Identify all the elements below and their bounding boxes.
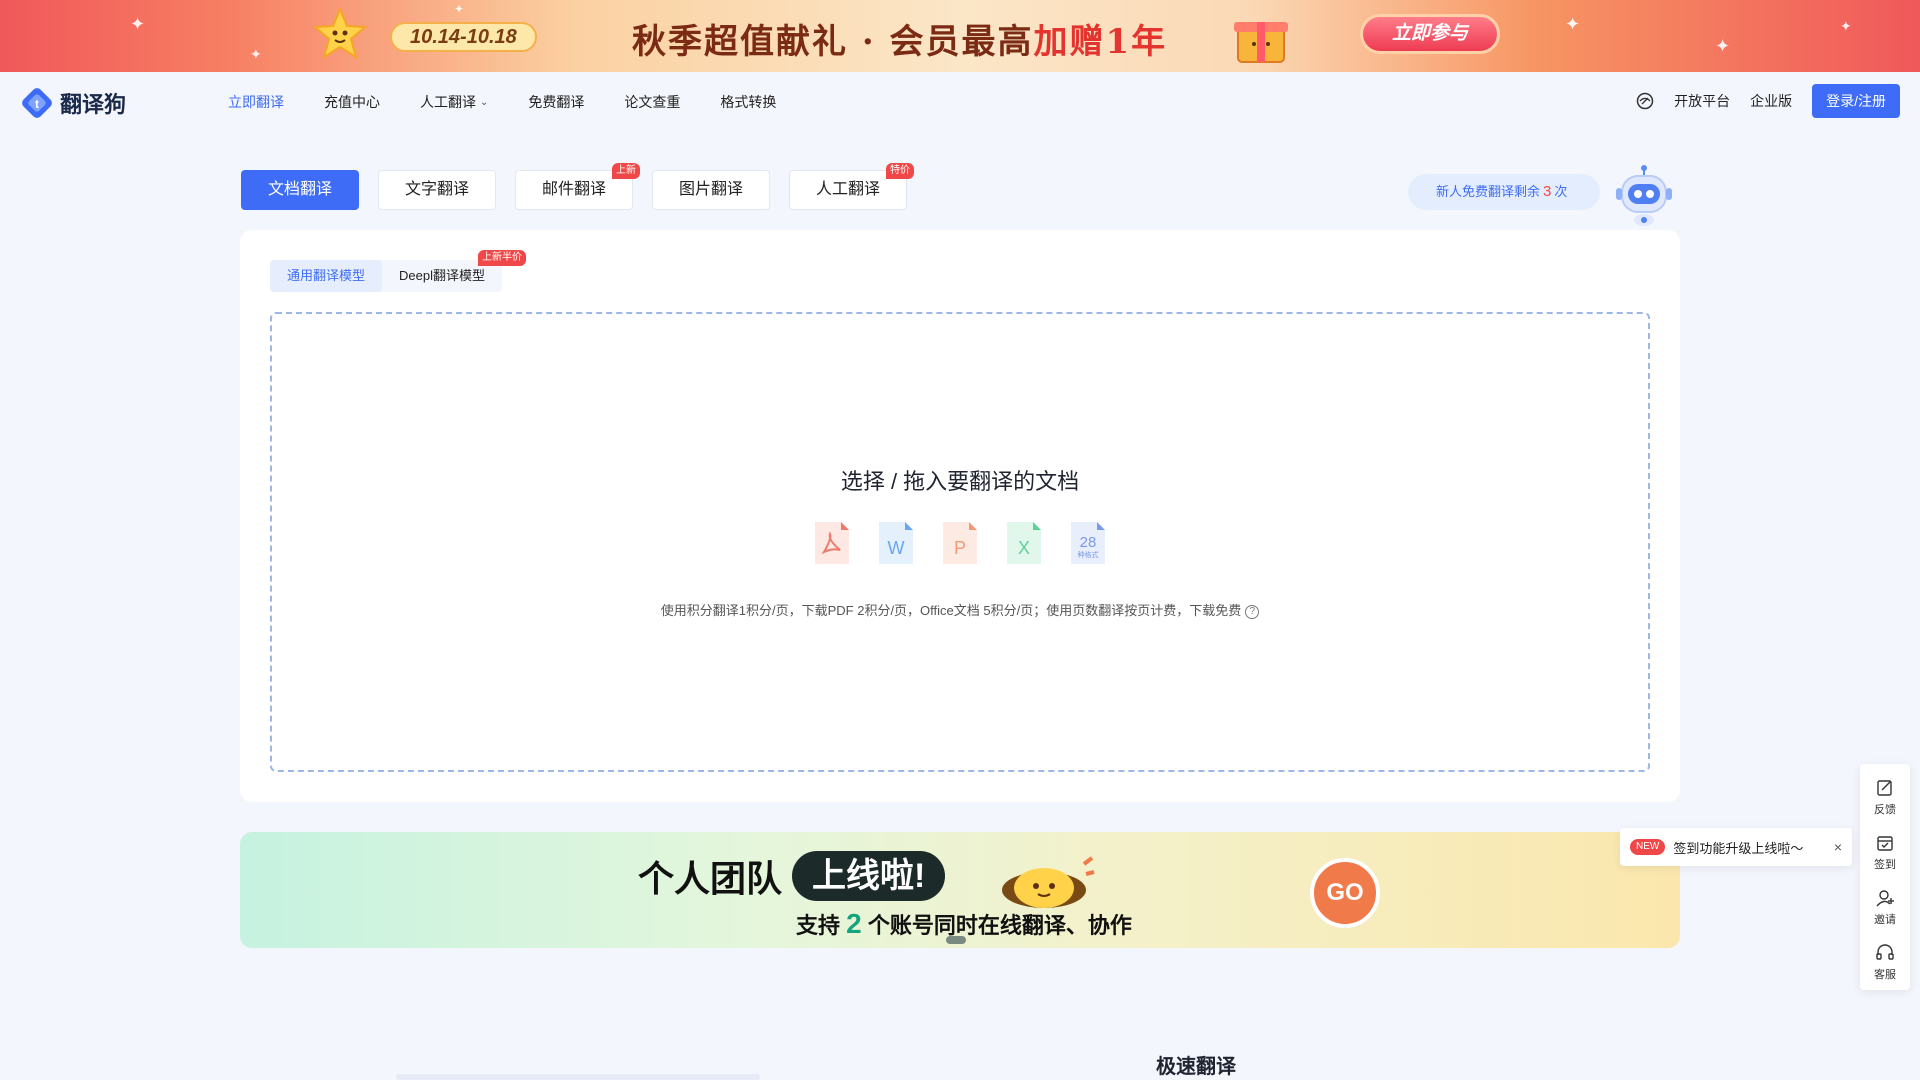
tab-document-translation[interactable]: 文档翻译 (241, 170, 359, 210)
document-translation-card: 通用翻译模型 Deepl翻译模型 上新半价 选择 / 拖入要翻译的文档 W P (240, 230, 1680, 802)
checkin-button[interactable]: 签到 (1874, 825, 1896, 880)
translation-type-tabs: 文档翻译 文字翻译 邮件翻译 上新 图片翻译 人工翻译 特价 (241, 163, 914, 210)
invite-button[interactable]: 邀请 (1874, 880, 1896, 935)
theme-icon[interactable] (1636, 92, 1654, 110)
feedback-button[interactable]: 反馈 (1874, 770, 1896, 825)
svg-text:t: t (35, 97, 39, 111)
logo[interactable]: t 翻译狗 (20, 86, 126, 120)
svg-text:种格式: 种格式 (1078, 550, 1099, 559)
customer-service-button[interactable]: 客服 (1874, 935, 1896, 990)
svg-text:P: P (954, 538, 966, 558)
sparkle-icon: ✦ (130, 14, 146, 34)
team-launch-banner[interactable]: 个人团队 上线啦! 支持 2 个账号同时在线翻译、协作 GO (240, 832, 1680, 948)
toast-message: 签到功能升级上线啦～ (1673, 840, 1804, 856)
team-banner-head: 个人团队 上线啦! (638, 850, 946, 902)
new-badge: NEW (1630, 839, 1666, 855)
header-right: 开放平台 企业版 登录/注册 (1636, 84, 1900, 118)
mascot-face-icon (1002, 856, 1095, 908)
nav-item-format-conversion[interactable]: 格式转换 (720, 92, 776, 112)
tab-email-translation[interactable]: 邮件翻译 上新 (515, 163, 640, 210)
new-badge: 上新 (612, 163, 640, 179)
main-nav: 立即翻译 充值中心 人工翻译 ⌄ 免费翻译 论文查重 格式转换 (228, 72, 776, 132)
promo-join-button[interactable]: 立即参与 (1360, 14, 1500, 54)
nav-item-free-translation[interactable]: 免费翻译 (528, 92, 584, 112)
team-banner-pill: 上线啦! (792, 851, 946, 901)
top-header: t 翻译狗 立即翻译 充值中心 人工翻译 ⌄ 免费翻译 论文查重 格式转换 开放… (0, 72, 1920, 132)
nav-item-human-translation[interactable]: 人工翻译 ⌄ (420, 92, 488, 112)
nav-item-translate-now[interactable]: 立即翻译 (228, 92, 284, 112)
logo-text: 翻译狗 (60, 92, 127, 117)
team-banner-go-button[interactable]: GO (1310, 858, 1380, 928)
star-mascot-icon (312, 6, 368, 60)
pricing-note: 使用积分翻译1积分/页，下载PDF 2积分/页，Office文档 5积分/页；使… (272, 600, 1648, 619)
dropzone-title: 选择 / 拖入要翻译的文档 (840, 469, 1080, 494)
word-file-icon: W (877, 520, 915, 566)
half-price-badge: 上新半价 (477, 250, 526, 266)
close-icon[interactable]: × (1834, 839, 1842, 855)
help-icon[interactable]: ? (1245, 604, 1260, 619)
divider (396, 1074, 760, 1080)
svg-text:X: X (1018, 538, 1030, 558)
pdf-file-icon (813, 520, 851, 566)
svg-text:W: W (888, 538, 905, 558)
ppt-file-icon: P (941, 520, 979, 566)
open-platform-link[interactable]: 开放平台 (1674, 91, 1730, 111)
svg-text:28: 28 (1080, 534, 1097, 551)
special-price-badge: 特价 (886, 163, 914, 179)
file-type-icons: W P X 28 种格式 (272, 520, 1648, 566)
feedback-icon (1877, 780, 1892, 796)
calendar-icon (1877, 836, 1893, 851)
chevron-down-icon: ⌄ (480, 96, 489, 108)
more-formats-icon: 28 种格式 (1069, 520, 1107, 566)
tab-text-translation[interactable]: 文字翻译 (378, 170, 496, 210)
headset-icon (1876, 944, 1894, 960)
tab-general-model[interactable]: 通用翻译模型 (270, 260, 383, 292)
sparkle-icon: ✦ (1840, 18, 1852, 34)
sparkle-icon: ✦ (454, 2, 465, 16)
promo-headline: 秋季超值献礼 · 会员最高加赠1年 (632, 22, 1168, 62)
tab-image-translation[interactable]: 图片翻译 (652, 170, 770, 210)
nav-item-plagiarism-check[interactable]: 论文查重 (624, 92, 680, 112)
promo-date: 10.14-10.18 (390, 22, 537, 52)
login-register-button[interactable]: 登录/注册 (1812, 84, 1900, 118)
robot-mascot-icon (1616, 165, 1672, 226)
right-float-toolbar: 反馈 签到 邀请 客服 (1860, 764, 1910, 990)
excel-file-icon: X (1005, 520, 1043, 566)
nav-item-recharge[interactable]: 充值中心 (324, 92, 380, 112)
tab-deepl-model[interactable]: Deepl翻译模型 上新半价 (382, 250, 526, 292)
sparkle-icon: ✦ (1565, 14, 1581, 34)
free-quota-pill: 新人免费翻译剩余 3 次 (1408, 174, 1600, 210)
team-banner-subtitle: 支持 2 个账号同时在线翻译、协作 (796, 908, 1132, 939)
logo-icon: t (22, 88, 52, 118)
tab-human-translation[interactable]: 人工翻译 特价 (789, 163, 914, 210)
promo-banner[interactable]: ✦ ✦ ✦ ✦ ✦ ✦ 10.14-10.18 秋季超值献礼 · 会员最高加赠1… (0, 0, 1920, 72)
section-title: 极速翻译 (1156, 1056, 1236, 1078)
file-dropzone[interactable]: 选择 / 拖入要翻译的文档 W P X 28 种格式 使用积分翻译1积分/页，下… (270, 312, 1650, 772)
checkin-toast: NEW 签到功能升级上线啦～ × (1620, 828, 1852, 866)
sparkle-icon: ✦ (1715, 36, 1731, 56)
carousel-indicator[interactable] (946, 936, 966, 944)
enterprise-link[interactable]: 企业版 (1750, 91, 1792, 111)
team-banner-title: 个人团队 (638, 858, 783, 899)
free-quota-count: 3 (1543, 183, 1552, 200)
model-tabs: 通用翻译模型 Deepl翻译模型 上新半价 (270, 250, 526, 292)
sparkle-icon: ✦ (250, 46, 262, 62)
gift-box-icon (1234, 22, 1288, 63)
invite-icon (1876, 890, 1894, 907)
